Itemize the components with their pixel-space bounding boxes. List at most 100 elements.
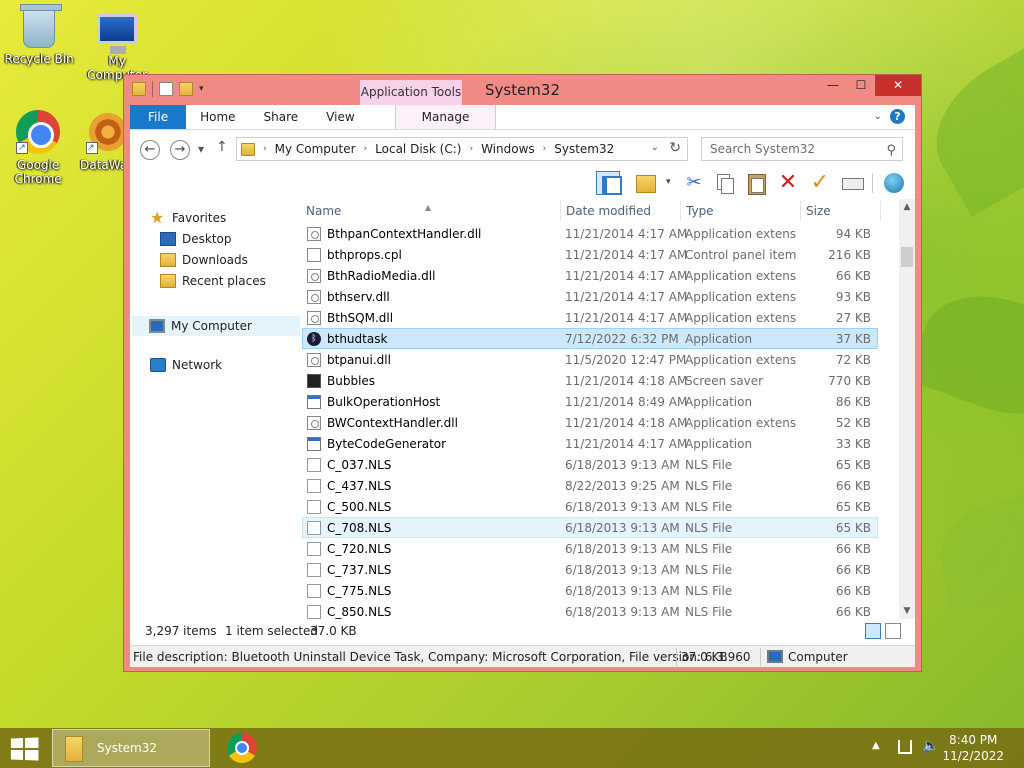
- status-bar: 3,297 items 1 item selected 37.0 KB: [130, 619, 915, 643]
- breadcrumb-system32[interactable]: System32: [554, 142, 614, 156]
- tab-file[interactable]: File: [130, 105, 187, 129]
- nav-item-my-computer[interactable]: My Computer: [132, 316, 300, 336]
- search-icon[interactable]: ⚲: [886, 140, 896, 162]
- cut-icon[interactable]: ✂: [682, 171, 706, 195]
- desktop-icon-recycle-bin[interactable]: Recycle Bin: [4, 4, 74, 66]
- tab-manage[interactable]: Manage: [394, 105, 497, 129]
- minimize-button[interactable]: —: [819, 75, 847, 96]
- copy-icon[interactable]: [712, 171, 736, 195]
- address-dropdown-icon[interactable]: ⌄: [651, 142, 659, 153]
- nav-item-favorites[interactable]: ★ Favorites: [150, 210, 227, 226]
- table-row[interactable]: bthprops.cpl 11/21/2014 4:17 AM Control pa…: [302, 244, 878, 265]
- preview-pane-icon[interactable]: [596, 171, 622, 195]
- table-row[interactable]: C_720.NLS 6/18/2013 9:13 AM NLS File 66 KB: [302, 538, 878, 559]
- delete-icon[interactable]: ✕: [776, 171, 800, 195]
- maximize-button[interactable]: ☐: [847, 75, 875, 96]
- table-row[interactable]: ᛒ bthudtask 7/12/2022 6:32 PM Application 37…: [302, 328, 878, 349]
- table-row[interactable]: btpanui.dll 11/5/2020 12:47 PM Application…: [302, 349, 878, 370]
- column-divider[interactable]: [680, 201, 681, 221]
- clock[interactable]: 8:40 PM 11/2/2022: [942, 732, 1004, 764]
- network-icon[interactable]: [898, 740, 912, 754]
- table-row[interactable]: Bubbles 11/21/2014 4:18 AM Screen saver 770…: [302, 370, 878, 391]
- rename-icon[interactable]: [840, 171, 864, 195]
- table-row[interactable]: C_500.NLS 6/18/2013 9:13 AM NLS File 65 KB: [302, 496, 878, 517]
- globe-icon[interactable]: [884, 173, 904, 193]
- start-button[interactable]: [10, 737, 41, 761]
- refresh-icon[interactable]: ↻: [669, 140, 681, 156]
- scrollbar-thumb[interactable]: [901, 247, 913, 267]
- table-row[interactable]: BthpanContextHandler.dll 11/21/2014 4:17 …: [302, 223, 878, 244]
- tab-share[interactable]: Share: [250, 105, 313, 129]
- desktop-icon-datawa[interactable]: ↗ DataWa: [78, 110, 130, 172]
- breadcrumb-my-computer[interactable]: My Computer: [275, 142, 356, 156]
- nav-item-desktop[interactable]: Desktop: [160, 232, 232, 246]
- taskbar-chrome-icon[interactable]: [227, 733, 257, 763]
- scroll-up-icon[interactable]: ▲: [899, 199, 915, 215]
- table-row[interactable]: bthserv.dll 11/21/2014 4:17 AM Application…: [302, 286, 878, 307]
- breadcrumb-separator-icon[interactable]: ›: [543, 144, 547, 154]
- chevron-down-icon[interactable]: ▾: [666, 177, 676, 201]
- file-date: 11/21/2014 4:17 AM: [565, 290, 688, 304]
- large-icons-view-icon[interactable]: [885, 623, 901, 639]
- breadcrumb-separator-icon[interactable]: ›: [364, 144, 368, 154]
- column-header-name[interactable]: ▲ Name: [302, 199, 562, 223]
- file-size: 216 KB: [828, 248, 871, 262]
- table-row[interactable]: C_737.NLS 6/18/2013 9:13 AM NLS File 66 KB: [302, 559, 878, 580]
- recent-locations-icon[interactable]: ▾: [198, 142, 204, 156]
- expand-ribbon-icon[interactable]: ⌄: [874, 111, 882, 122]
- breadcrumb-local-disk[interactable]: Local Disk (C:): [375, 142, 461, 156]
- close-button[interactable]: ✕: [875, 75, 921, 96]
- nav-item-network[interactable]: Network: [150, 358, 222, 372]
- table-row[interactable]: C_037.NLS 6/18/2013 9:13 AM NLS File 65 KB: [302, 454, 878, 475]
- file-date: 6/18/2013 9:13 AM: [565, 563, 680, 577]
- breadcrumb-windows[interactable]: Windows: [481, 142, 535, 156]
- windows-logo-icon: [10, 749, 24, 760]
- column-header-type[interactable]: Type: [682, 199, 800, 223]
- file-name: BthpanContextHandler.dll: [327, 227, 482, 241]
- table-row[interactable]: BthSQM.dll 11/21/2014 4:17 AM Application …: [302, 307, 878, 328]
- up-arrow-icon[interactable]: ↑: [216, 139, 228, 155]
- table-row[interactable]: BWContextHandler.dll 11/21/2014 4:18 AM Ap…: [302, 412, 878, 433]
- folder-options-icon[interactable]: [636, 175, 656, 193]
- table-row[interactable]: ByteCodeGenerator 11/21/2014 4:17 AM Appli…: [302, 433, 878, 454]
- control-panel-icon: [307, 248, 321, 262]
- file-name: C_500.NLS: [327, 500, 392, 514]
- nav-item-downloads[interactable]: Downloads: [160, 253, 248, 267]
- column-header-date[interactable]: Date modified: [562, 199, 680, 223]
- column-divider[interactable]: [800, 201, 801, 221]
- table-row[interactable]: BthRadioMedia.dll 11/21/2014 4:17 AM Appli…: [302, 265, 878, 286]
- file-type: Control panel item: [685, 248, 797, 262]
- help-icon[interactable]: ?: [890, 109, 905, 124]
- desktop-icon-my-computer[interactable]: My Computer: [82, 8, 152, 82]
- details-view-icon[interactable]: [865, 623, 881, 639]
- column-divider[interactable]: [880, 201, 881, 221]
- tab-home[interactable]: Home: [186, 105, 249, 129]
- tab-view[interactable]: View: [312, 105, 368, 129]
- application-icon: [307, 437, 321, 451]
- table-row[interactable]: C_775.NLS 6/18/2013 9:13 AM NLS File 66 KB: [302, 580, 878, 601]
- folder-icon: [241, 142, 255, 156]
- table-row[interactable]: BulkOperationHost 11/21/2014 8:49 AM Appli…: [302, 391, 878, 412]
- search-input[interactable]: Search System32 ⚲: [701, 137, 903, 161]
- title-bar[interactable]: ▾ Application Tools System32 — ☐ ✕: [124, 75, 921, 105]
- nav-item-label: Favorites: [172, 211, 227, 225]
- forward-button[interactable]: →: [170, 140, 190, 160]
- taskbar-item-system32[interactable]: System32: [52, 729, 210, 767]
- show-hidden-icons-icon[interactable]: ▲: [872, 740, 880, 751]
- nav-item-recent-places[interactable]: Recent places: [160, 274, 266, 288]
- desktop-icon-chrome[interactable]: ↗ Google Chrome: [3, 110, 73, 186]
- details-divider: [676, 648, 677, 666]
- checkmark-icon[interactable]: ✓: [808, 171, 832, 195]
- column-divider[interactable]: [560, 201, 561, 221]
- scroll-down-icon[interactable]: ▼: [899, 603, 915, 619]
- address-bar[interactable]: › My Computer › Local Disk (C:) › Window…: [236, 137, 688, 161]
- paste-icon[interactable]: [744, 171, 768, 195]
- table-row[interactable]: C_437.NLS 8/22/2013 9:25 AM NLS File 66 KB: [302, 475, 878, 496]
- volume-icon[interactable]: 🔈: [922, 738, 939, 754]
- table-row[interactable]: C_708.NLS 6/18/2013 9:13 AM NLS File 65 KB: [302, 517, 878, 538]
- back-button[interactable]: ←: [140, 140, 160, 160]
- vertical-scrollbar[interactable]: ▲ ▼: [899, 199, 915, 619]
- breadcrumb-separator-icon[interactable]: ›: [263, 144, 267, 154]
- column-header-size[interactable]: Size: [802, 199, 882, 223]
- breadcrumb-separator-icon[interactable]: ›: [469, 144, 473, 154]
